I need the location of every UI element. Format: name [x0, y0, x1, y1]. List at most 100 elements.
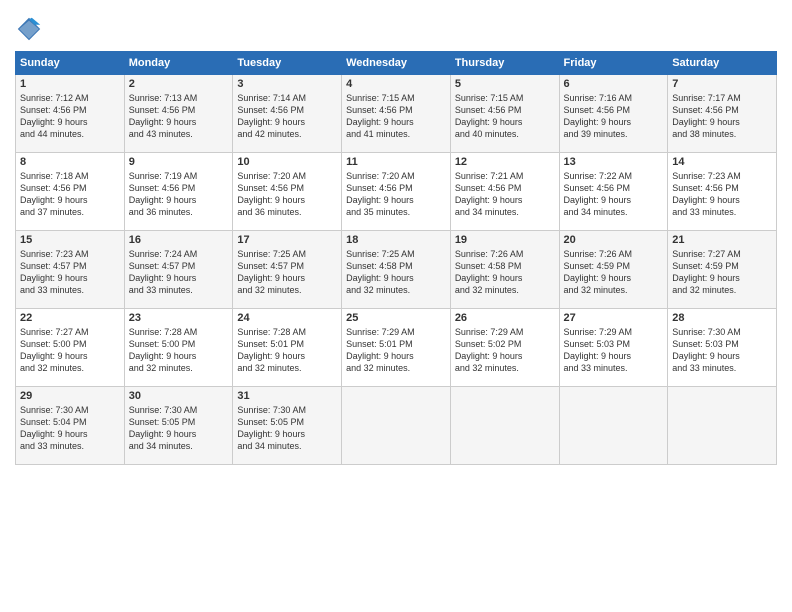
day-number: 14: [672, 156, 772, 168]
day-info: Sunrise: 7:30 AMSunset: 5:03 PMDaylight:…: [672, 326, 772, 375]
calendar-cell: [559, 387, 668, 465]
page-container: Sunday Monday Tuesday Wednesday Thursday…: [0, 0, 792, 475]
day-number: 23: [129, 312, 229, 324]
day-number: 19: [455, 234, 555, 246]
day-info: Sunrise: 7:30 AMSunset: 5:05 PMDaylight:…: [129, 404, 229, 453]
day-number: 13: [564, 156, 664, 168]
day-info: Sunrise: 7:26 AMSunset: 4:59 PMDaylight:…: [564, 248, 664, 297]
day-number: 31: [237, 390, 337, 402]
header-row: Sunday Monday Tuesday Wednesday Thursday…: [16, 52, 777, 75]
day-info: Sunrise: 7:23 AMSunset: 4:57 PMDaylight:…: [20, 248, 120, 297]
day-info: Sunrise: 7:29 AMSunset: 5:02 PMDaylight:…: [455, 326, 555, 375]
day-info: Sunrise: 7:22 AMSunset: 4:56 PMDaylight:…: [564, 170, 664, 219]
calendar-cell: 15 Sunrise: 7:23 AMSunset: 4:57 PMDayligh…: [16, 231, 125, 309]
day-info: Sunrise: 7:24 AMSunset: 4:57 PMDaylight:…: [129, 248, 229, 297]
calendar-week-5: 29 Sunrise: 7:30 AMSunset: 5:04 PMDayligh…: [16, 387, 777, 465]
day-number: 5: [455, 78, 555, 90]
day-number: 18: [346, 234, 446, 246]
day-number: 12: [455, 156, 555, 168]
calendar-cell: 22Sunrise: 7:27 AMSunset: 5:00 PMDayligh…: [16, 309, 125, 387]
day-number: 8: [20, 156, 120, 168]
col-friday: Friday: [559, 52, 668, 75]
day-info: Sunrise: 7:13 AMSunset: 4:56 PMDaylight:…: [129, 92, 229, 141]
day-number: 11: [346, 156, 446, 168]
day-info: Sunrise: 7:27 AMSunset: 4:59 PMDaylight:…: [672, 248, 772, 297]
calendar-cell: 20 Sunrise: 7:26 AMSunset: 4:59 PMDayligh…: [559, 231, 668, 309]
col-sunday: Sunday: [16, 52, 125, 75]
col-monday: Monday: [124, 52, 233, 75]
calendar-cell: 16 Sunrise: 7:24 AMSunset: 4:57 PMDayligh…: [124, 231, 233, 309]
calendar-cell: [342, 387, 451, 465]
day-info: Sunrise: 7:28 AMSunset: 5:00 PMDaylight:…: [129, 326, 229, 375]
day-info: Sunrise: 7:26 AMSunset: 4:58 PMDaylight:…: [455, 248, 555, 297]
day-info: Sunrise: 7:15 AMSunset: 4:56 PMDaylight:…: [455, 92, 555, 141]
day-number: 30: [129, 390, 229, 402]
logo: [15, 15, 47, 43]
calendar-week-1: 1 Sunrise: 7:12 AMSunset: 4:56 PMDaylight…: [16, 75, 777, 153]
calendar-cell: 19 Sunrise: 7:26 AMSunset: 4:58 PMDayligh…: [450, 231, 559, 309]
day-info: Sunrise: 7:12 AMSunset: 4:56 PMDaylight:…: [20, 92, 120, 141]
calendar-cell: 3Sunrise: 7:14 AMSunset: 4:56 PMDaylight…: [233, 75, 342, 153]
calendar-week-3: 15 Sunrise: 7:23 AMSunset: 4:57 PMDayligh…: [16, 231, 777, 309]
day-info: Sunrise: 7:15 AMSunset: 4:56 PMDaylight:…: [346, 92, 446, 141]
calendar-cell: [450, 387, 559, 465]
day-info: Sunrise: 7:17 AMSunset: 4:56 PMDaylight:…: [672, 92, 772, 141]
day-info: Sunrise: 7:19 AMSunset: 4:56 PMDaylight:…: [129, 170, 229, 219]
day-number: 26: [455, 312, 555, 324]
calendar-cell: 18 Sunrise: 7:25 AMSunset: 4:58 PMDayligh…: [342, 231, 451, 309]
calendar-cell: 7Sunrise: 7:17 AMSunset: 4:56 PMDaylight…: [668, 75, 777, 153]
calendar-cell: 27 Sunrise: 7:29 AMSunset: 5:03 PMDayligh…: [559, 309, 668, 387]
day-number: 2: [129, 78, 229, 90]
day-number: 24: [237, 312, 337, 324]
calendar-cell: 23 Sunrise: 7:28 AMSunset: 5:00 PMDayligh…: [124, 309, 233, 387]
day-info: Sunrise: 7:18 AMSunset: 4:56 PMDaylight:…: [20, 170, 120, 219]
calendar-cell: 11 Sunrise: 7:20 AMSunset: 4:56 PMDayligh…: [342, 153, 451, 231]
calendar-cell: 6Sunrise: 7:16 AMSunset: 4:56 PMDaylight…: [559, 75, 668, 153]
day-number: 6: [564, 78, 664, 90]
calendar-cell: 24 Sunrise: 7:28 AMSunset: 5:01 PMDayligh…: [233, 309, 342, 387]
calendar-table: Sunday Monday Tuesday Wednesday Thursday…: [15, 51, 777, 465]
day-number: 9: [129, 156, 229, 168]
calendar-cell: 2 Sunrise: 7:13 AMSunset: 4:56 PMDaylight…: [124, 75, 233, 153]
day-number: 15: [20, 234, 120, 246]
calendar-week-4: 22Sunrise: 7:27 AMSunset: 5:00 PMDayligh…: [16, 309, 777, 387]
calendar-cell: 28Sunrise: 7:30 AMSunset: 5:03 PMDayligh…: [668, 309, 777, 387]
day-number: 20: [564, 234, 664, 246]
day-number: 16: [129, 234, 229, 246]
day-info: Sunrise: 7:21 AMSunset: 4:56 PMDaylight:…: [455, 170, 555, 219]
day-number: 10: [237, 156, 337, 168]
calendar-cell: 9 Sunrise: 7:19 AMSunset: 4:56 PMDaylight…: [124, 153, 233, 231]
day-info: Sunrise: 7:29 AMSunset: 5:03 PMDaylight:…: [564, 326, 664, 375]
day-info: Sunrise: 7:20 AMSunset: 4:56 PMDaylight:…: [237, 170, 337, 219]
calendar-cell: 17 Sunrise: 7:25 AMSunset: 4:57 PMDayligh…: [233, 231, 342, 309]
day-info: Sunrise: 7:30 AMSunset: 5:04 PMDaylight:…: [20, 404, 120, 453]
day-info: Sunrise: 7:25 AMSunset: 4:58 PMDaylight:…: [346, 248, 446, 297]
calendar-cell: 25 Sunrise: 7:29 AMSunset: 5:01 PMDayligh…: [342, 309, 451, 387]
day-number: 29: [20, 390, 120, 402]
calendar-cell: 14Sunrise: 7:23 AMSunset: 4:56 PMDayligh…: [668, 153, 777, 231]
calendar-cell: 1 Sunrise: 7:12 AMSunset: 4:56 PMDaylight…: [16, 75, 125, 153]
col-thursday: Thursday: [450, 52, 559, 75]
col-saturday: Saturday: [668, 52, 777, 75]
day-info: Sunrise: 7:25 AMSunset: 4:57 PMDaylight:…: [237, 248, 337, 297]
day-number: 27: [564, 312, 664, 324]
day-number: 21: [672, 234, 772, 246]
day-number: 25: [346, 312, 446, 324]
calendar-cell: 12 Sunrise: 7:21 AMSunset: 4:56 PMDayligh…: [450, 153, 559, 231]
calendar-cell: 29 Sunrise: 7:30 AMSunset: 5:04 PMDayligh…: [16, 387, 125, 465]
calendar-cell: 13 Sunrise: 7:22 AMSunset: 4:56 PMDayligh…: [559, 153, 668, 231]
calendar-cell: 5 Sunrise: 7:15 AMSunset: 4:56 PMDaylight…: [450, 75, 559, 153]
calendar-cell: 8 Sunrise: 7:18 AMSunset: 4:56 PMDaylight…: [16, 153, 125, 231]
day-info: Sunrise: 7:29 AMSunset: 5:01 PMDaylight:…: [346, 326, 446, 375]
calendar-cell: [668, 387, 777, 465]
day-number: 1: [20, 78, 120, 90]
calendar-cell: 26 Sunrise: 7:29 AMSunset: 5:02 PMDayligh…: [450, 309, 559, 387]
day-info: Sunrise: 7:20 AMSunset: 4:56 PMDaylight:…: [346, 170, 446, 219]
calendar-cell: 10 Sunrise: 7:20 AMSunset: 4:56 PMDayligh…: [233, 153, 342, 231]
day-info: Sunrise: 7:28 AMSunset: 5:01 PMDaylight:…: [237, 326, 337, 375]
day-number: 3: [237, 78, 337, 90]
calendar-cell: 31Sunrise: 7:30 AMSunset: 5:05 PMDayligh…: [233, 387, 342, 465]
day-number: 22: [20, 312, 120, 324]
day-number: 17: [237, 234, 337, 246]
header: [15, 15, 777, 43]
